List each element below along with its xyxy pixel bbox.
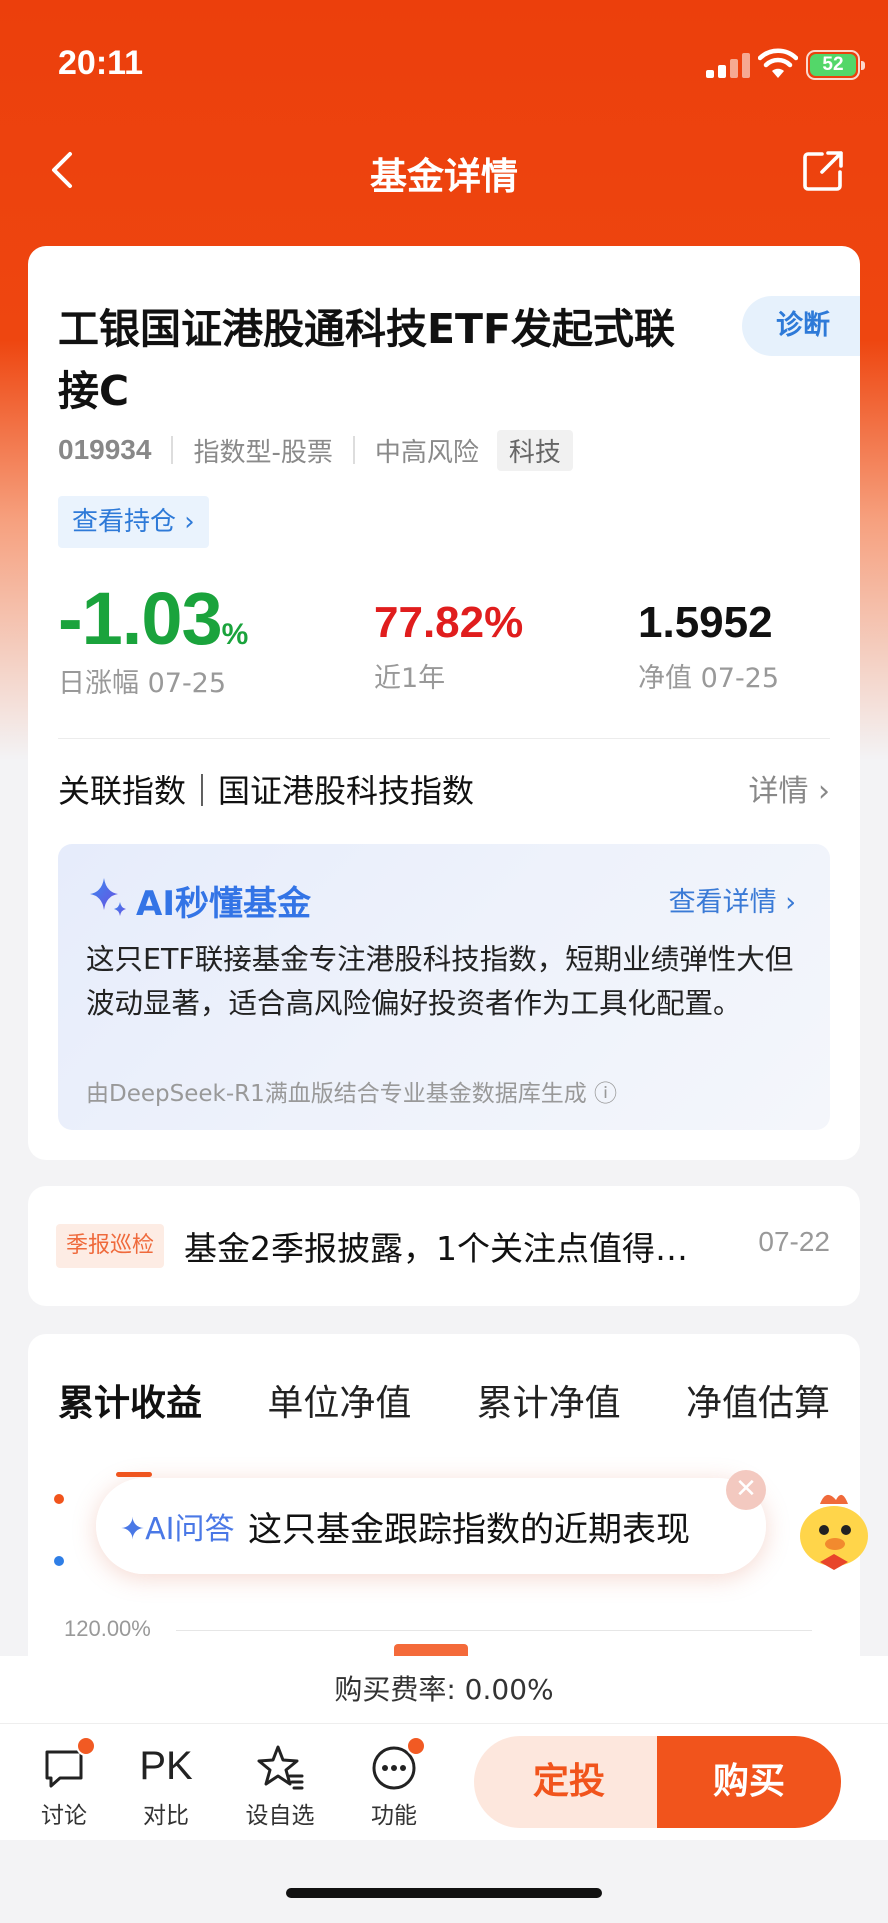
watchlist-label: 设自选 — [245, 1803, 315, 1829]
chart-tabs: 累计收益 单位净值 累计净值 净值估算 — [58, 1374, 830, 1477]
fund-summary-card: 工银国证港股通科技ETF发起式联接C 诊断 019934 指数型-股票 中高风险… — [28, 246, 860, 1160]
daily-change-value: -1.03% — [58, 577, 248, 660]
tab-nav-estimate[interactable]: 净值估算 — [686, 1374, 830, 1434]
home-indicator[interactable] — [286, 1888, 602, 1898]
notification-badge — [406, 1736, 426, 1756]
daily-change-metric: -1.03% 日涨幅 07-25 — [58, 576, 248, 700]
ai-summary-title: AI秒懂基金 — [136, 884, 311, 924]
discuss-button[interactable]: 讨论 — [24, 1736, 104, 1830]
section-divider — [58, 738, 830, 739]
index-detail-link[interactable]: 详情 › — [748, 766, 830, 810]
related-index-text: 关联指数｜国证港股科技指数 — [58, 772, 475, 810]
discuss-label: 讨论 — [41, 1803, 87, 1829]
tab-cumulative-nav[interactable]: 累计净值 — [477, 1374, 621, 1434]
related-index-row[interactable]: 关联指数｜国证港股科技指数 详情 › — [58, 766, 830, 816]
nav-bar: 基金详情 — [0, 130, 888, 210]
wifi-icon — [758, 48, 798, 78]
page-title: 基金详情 — [370, 155, 518, 198]
mascot-icon[interactable] — [786, 1480, 882, 1576]
year-return-metric: 77.82% 近1年 — [374, 576, 523, 695]
risk-level: 中高风险 — [374, 437, 479, 468]
ai-summary-box: AI秒懂基金 查看详情 › 这只ETF联接基金专注港股科技指数，短期业绩弹性大但… — [58, 844, 830, 1130]
buy-button[interactable]: 购买 — [657, 1736, 841, 1828]
tab-cumulative-return[interactable]: 累计收益 — [58, 1374, 202, 1477]
status-bar: 20:11 52 — [0, 0, 888, 120]
divider — [352, 436, 355, 464]
functions-button[interactable]: 功能 — [354, 1736, 434, 1830]
auto-invest-button[interactable]: 定投 — [474, 1736, 664, 1828]
fund-name: 工银国证港股通科技ETF发起式联接C — [58, 305, 675, 415]
notice-date: 07-22 — [758, 1226, 830, 1257]
ai-summary-source: 由DeepSeek-R1满血版结合专业基金数据库生成 ⓘ — [86, 1081, 618, 1107]
bottom-action-bar: 讨论 PK 对比 设自选 功能 定投 购买 — [0, 1724, 888, 1840]
divider — [171, 436, 174, 464]
notice-text: 基金2季报披露，1个关注点值得… — [184, 1229, 688, 1268]
share-icon[interactable] — [800, 148, 846, 194]
legend-dot-index — [54, 1556, 64, 1566]
grid-line — [176, 1630, 812, 1631]
ai-question-bubble[interactable]: ✦AI问答 这只基金跟踪指数的近期表现 ✕ — [96, 1470, 766, 1574]
year-return-label: 近1年 — [374, 663, 446, 694]
ai-summary-more-link[interactable]: 查看详情 › — [669, 880, 796, 919]
ai-summary-text: 这只ETF联接基金专注港股科技指数，短期业绩弹性大但波动显著，适合高风险偏好投资… — [86, 943, 794, 1020]
purchase-fee-bar: 购买费率: 0.00% — [0, 1656, 888, 1724]
notice-tag: 季报巡检 — [56, 1224, 165, 1268]
add-watchlist-button[interactable]: 设自选 — [240, 1738, 320, 1830]
compare-button[interactable]: PK 对比 — [126, 1738, 206, 1830]
y-axis-top-label: 120.00% — [64, 1616, 151, 1641]
home-area — [0, 1840, 888, 1923]
ai-question-label: ✦AI问答 — [120, 1512, 235, 1547]
nav-label: 净值 07-25 — [638, 663, 780, 694]
ai-question-text: 这只基金跟踪指数的近期表现 — [248, 1510, 690, 1550]
year-return-value: 77.82% — [374, 598, 524, 647]
view-holdings-link[interactable]: 查看持仓 › — [58, 496, 209, 548]
fund-meta: 019934 指数型-股票 中高风险 科技 — [58, 429, 573, 471]
functions-label: 功能 — [371, 1803, 417, 1829]
close-icon[interactable]: ✕ — [726, 1470, 766, 1510]
battery-icon: 52 — [806, 50, 865, 80]
daily-change-label: 日涨幅 07-25 — [58, 668, 227, 699]
status-time: 20:11 — [58, 44, 144, 82]
nav-value: 1.5952 — [638, 598, 773, 647]
fund-type: 指数型-股票 — [193, 437, 333, 468]
compare-label: 对比 — [143, 1803, 189, 1829]
signal-icon — [706, 52, 752, 78]
notification-badge — [76, 1736, 96, 1756]
diagnose-button[interactable]: 诊断 — [742, 296, 860, 356]
legend-dot-fund — [54, 1494, 64, 1504]
nav-metric: 1.5952 净值 07-25 — [638, 576, 779, 695]
tab-unit-nav[interactable]: 单位净值 — [267, 1374, 411, 1434]
fund-code: 019934 — [58, 434, 152, 465]
battery-level: 52 — [810, 54, 856, 76]
pk-icon: PK — [139, 1744, 193, 1788]
report-notice-card[interactable]: 季报巡检 基金2季报披露，1个关注点值得… 07-22 — [28, 1186, 860, 1306]
sector-tag: 科技 — [496, 429, 573, 471]
sparkle-icon — [90, 878, 126, 916]
star-icon — [257, 1745, 304, 1790]
